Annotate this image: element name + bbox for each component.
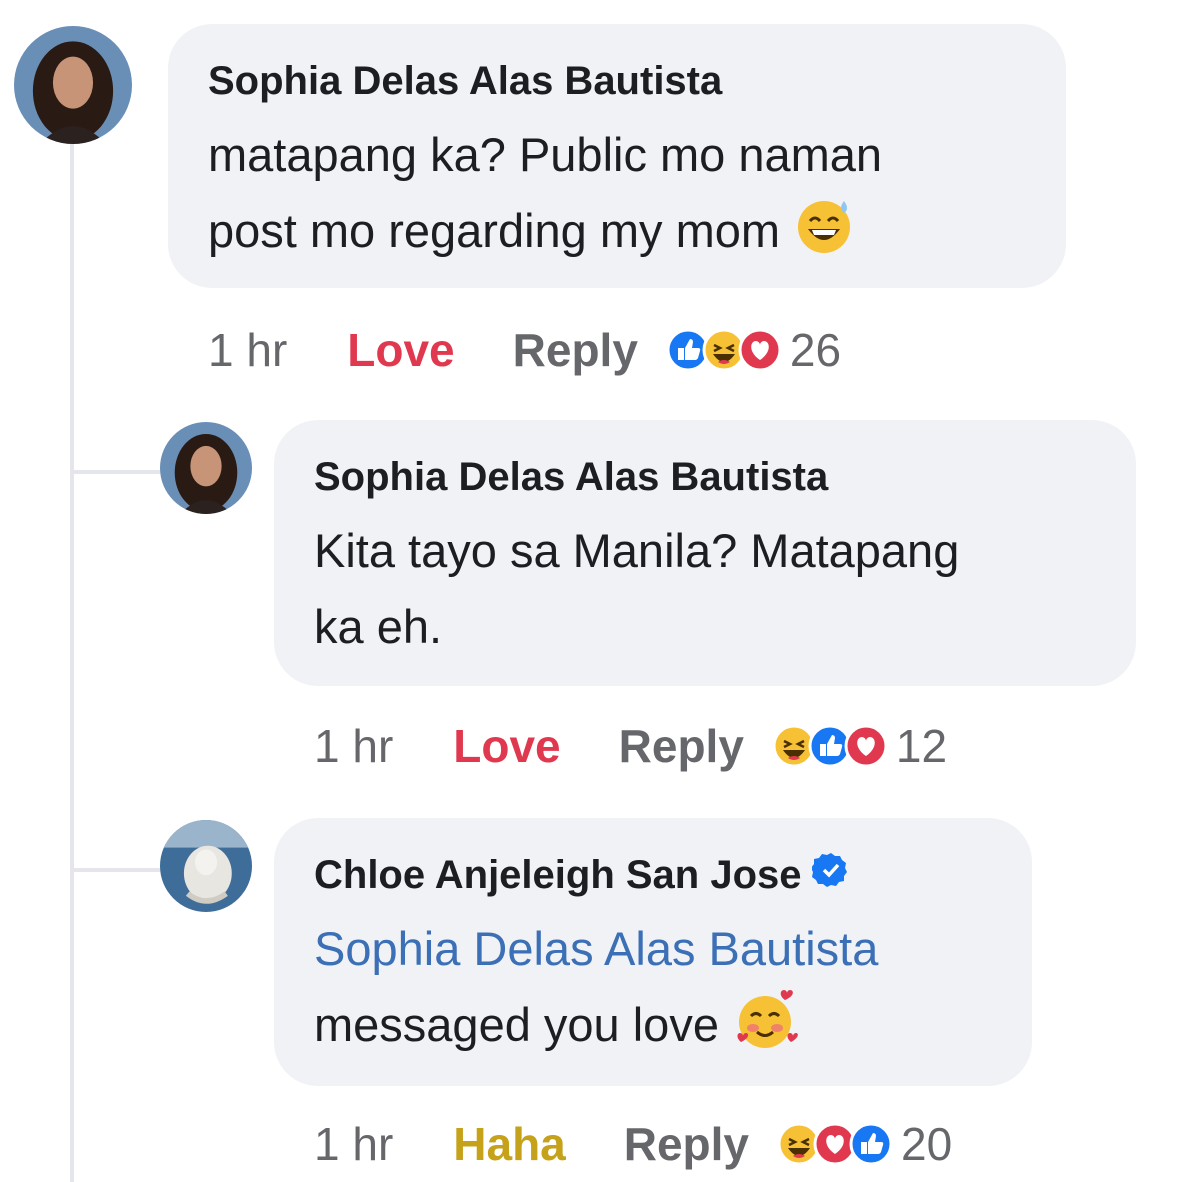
comment-author[interactable]: Sophia Delas Alas Bautista — [314, 452, 828, 502]
avatar-photo — [14, 26, 132, 144]
haha-reaction-button[interactable]: Haha — [453, 1117, 565, 1171]
comment-text-line: post mo regarding my mom — [208, 198, 854, 262]
comment-text-line: matapang ka? Public mo naman — [208, 127, 883, 181]
comment-text: messaged you love — [314, 997, 719, 1051]
comment-author[interactable]: Chloe Anjeleigh San Jose — [314, 853, 802, 898]
comment-timestamp[interactable]: 1 hr — [314, 1117, 393, 1171]
verified-badge-icon — [810, 851, 850, 899]
reply-button[interactable]: Reply — [619, 719, 744, 773]
avatar[interactable] — [14, 26, 132, 144]
reaction-summary[interactable] — [777, 1122, 893, 1166]
reaction-summary[interactable] — [772, 724, 888, 768]
comment-timestamp[interactable]: 1 hr — [208, 323, 287, 377]
love-reaction-button[interactable]: Love — [453, 719, 560, 773]
comment-author-row: Chloe Anjeleigh San Jose — [314, 850, 850, 900]
comment-timestamp[interactable]: 1 hr — [314, 719, 393, 773]
thread-branch — [72, 868, 160, 872]
thread-line — [70, 140, 74, 1182]
comment-text: post mo regarding my mom — [208, 203, 781, 257]
avatar[interactable] — [160, 422, 252, 514]
reaction-count[interactable]: 12 — [896, 719, 947, 773]
comment-text-line: ka eh. — [314, 599, 443, 653]
love-reaction-button[interactable]: Love — [347, 323, 454, 377]
thread-branch — [72, 470, 160, 474]
reply-button[interactable]: Reply — [624, 1117, 749, 1171]
avatar-photo — [160, 422, 252, 514]
comment-text-line: messaged you love — [314, 989, 799, 1056]
love-icon — [738, 328, 782, 372]
comment-actions: 1 hr Haha Reply 20 — [314, 1112, 952, 1176]
reaction-count[interactable]: 26 — [790, 323, 841, 377]
mention-link[interactable]: Sophia Delas Alas Bautista — [314, 916, 878, 980]
smiling-hearts-emoji — [733, 988, 799, 1061]
like-icon — [849, 1122, 893, 1166]
love-icon — [844, 724, 888, 768]
reaction-summary[interactable] — [666, 328, 782, 372]
grinning-sweat-emoji — [794, 195, 854, 266]
comment-actions: 1 hr Love Reply 26 — [208, 318, 841, 382]
comment-text-line: Kita tayo sa Manila? Matapang — [314, 523, 960, 577]
comment-author[interactable]: Sophia Delas Alas Bautista — [208, 56, 722, 106]
reaction-count[interactable]: 20 — [901, 1117, 952, 1171]
avatar-photo — [160, 820, 252, 912]
reply-button[interactable]: Reply — [513, 323, 638, 377]
comment-actions: 1 hr Love Reply 12 — [314, 714, 947, 778]
avatar[interactable] — [160, 820, 252, 912]
